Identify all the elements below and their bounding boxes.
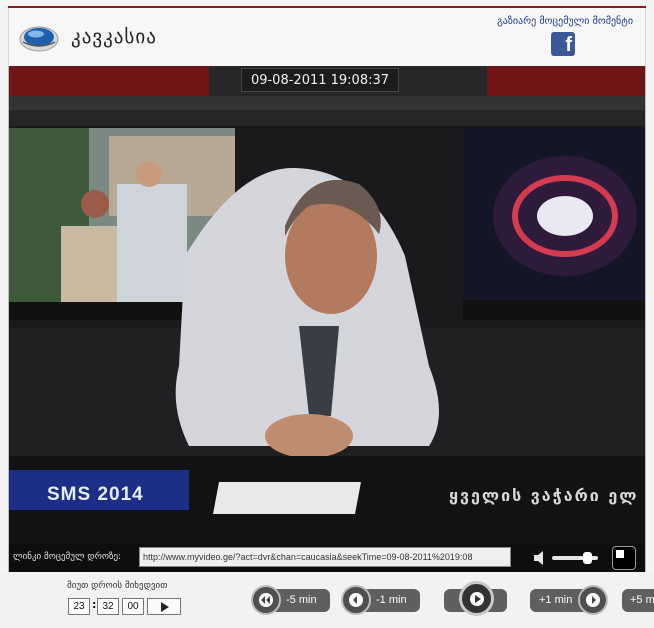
facebook-letter: f bbox=[565, 34, 572, 56]
hours-input[interactable]: 23 bbox=[68, 598, 90, 615]
forward-icon[interactable] bbox=[578, 585, 608, 615]
rewind-icon[interactable] bbox=[341, 585, 371, 615]
goto-time-label: მიუთ დროის მიხედვით bbox=[67, 581, 168, 591]
playback-controls: მიუთ დროის მიხედვით 23 : 32 : 00 -5 min … bbox=[0, 572, 654, 628]
time-link-label: ლინკი მოცემულ დროზე: bbox=[13, 552, 122, 562]
video-frame bbox=[9, 66, 645, 544]
kavkasia-logo-icon bbox=[19, 22, 59, 52]
share-moment-link[interactable]: გაზიარე მოცემული მომენტი bbox=[497, 16, 633, 27]
player-page: კავკასია გაზიარე მოცემული მომენტი f 09-0… bbox=[0, 0, 654, 628]
minutes-input[interactable]: 32 bbox=[97, 598, 119, 615]
video-timestamp: 09-08-2011 19:08:37 bbox=[241, 68, 399, 92]
channel-name: კავკასია bbox=[71, 26, 157, 48]
seconds-input[interactable]: 00 bbox=[122, 598, 144, 615]
header: კავკასია გაზიარე მოცემული მომენტი f bbox=[8, 8, 646, 66]
video-player[interactable]: 09-08-2011 19:08:37 SMS 2014 ყველის ვაჭა… bbox=[8, 66, 646, 544]
forward-1min-label: +1 min bbox=[539, 594, 573, 606]
rewind-double-icon[interactable] bbox=[251, 585, 281, 615]
time-separator: : bbox=[92, 598, 97, 611]
back-5min-label: -5 min bbox=[286, 594, 317, 606]
forward-5min-label: +5 m bbox=[630, 594, 654, 606]
volume-slider-handle[interactable] bbox=[583, 552, 593, 564]
back-1min-label: -1 min bbox=[376, 594, 407, 606]
link-bar: ლინკი მოცემულ დროზე: http://www.myvideo.… bbox=[8, 544, 646, 572]
news-ticker: ყველის ვაჭარი ელ bbox=[449, 486, 639, 505]
forward-5min-button[interactable]: +5 m bbox=[622, 589, 654, 612]
time-link-input[interactable]: http://www.myvideo.ge/?act=dvr&chan=cauc… bbox=[139, 547, 511, 567]
fullscreen-icon[interactable] bbox=[612, 546, 636, 570]
sms-caption: SMS 2014 bbox=[47, 484, 144, 505]
facebook-icon[interactable]: f bbox=[551, 32, 575, 56]
speaker-icon[interactable] bbox=[533, 550, 549, 566]
play-icon[interactable] bbox=[459, 581, 494, 616]
goto-time-play-button[interactable] bbox=[147, 598, 181, 615]
